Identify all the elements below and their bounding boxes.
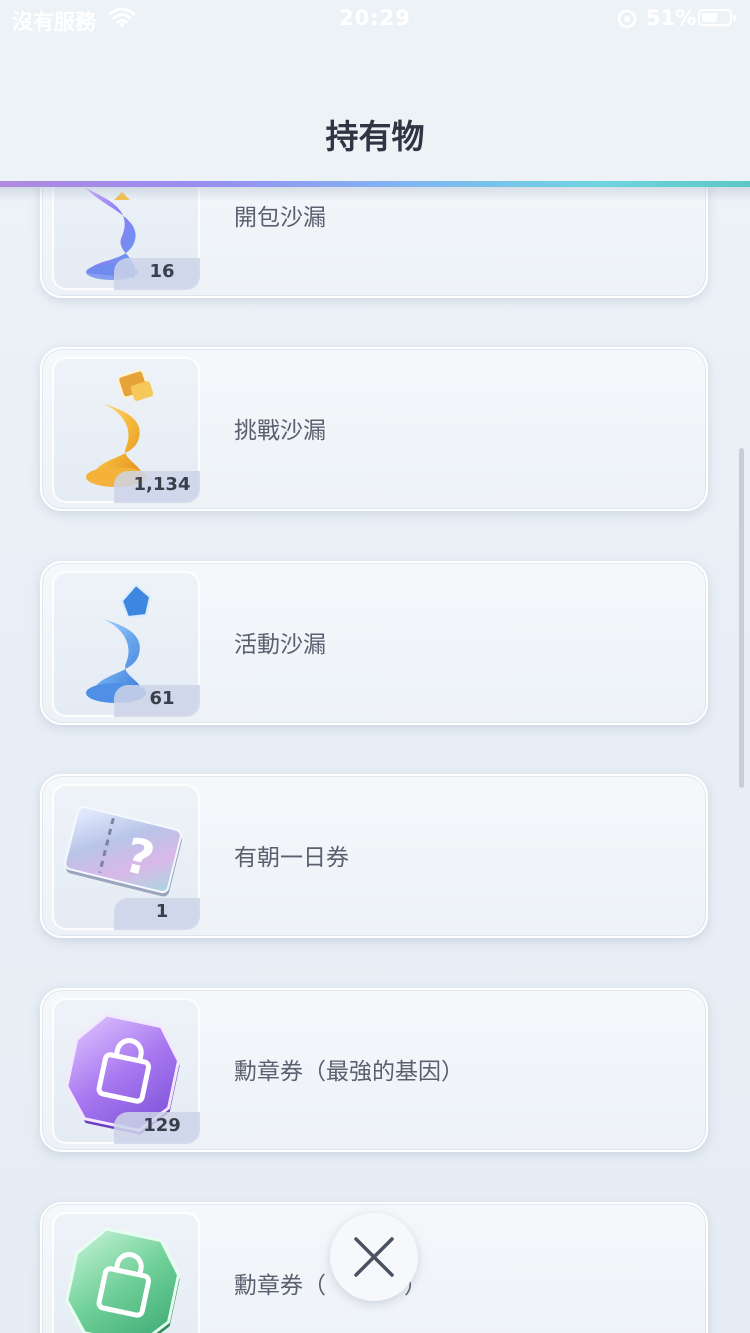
item-thumbnail: 129 — [52, 998, 200, 1144]
item-thumbnail: 61 — [52, 571, 200, 717]
battery-icon — [698, 9, 736, 26]
item-count: 1 — [155, 901, 169, 922]
page-header: 持有物 — [0, 40, 750, 184]
orientation-lock-icon — [616, 8, 638, 34]
item-thumbnail — [52, 1212, 200, 1333]
green-medal-ticket-icon — [65, 1227, 181, 1333]
item-name: 開包沙漏 — [234, 205, 326, 231]
page-title: 持有物 — [325, 117, 425, 156]
list-item[interactable]: ? 1 有朝一日券 — [40, 774, 708, 938]
item-name: 挑戰沙漏 — [234, 418, 326, 444]
item-count: 16 — [149, 261, 175, 282]
item-name: 勳章券（最強的基因） — [234, 1059, 464, 1085]
item-count: 1,134 — [133, 474, 191, 495]
close-button[interactable] — [330, 1213, 418, 1301]
header-accent-bar — [0, 181, 750, 187]
item-count: 61 — [149, 688, 175, 709]
item-count: 129 — [143, 1115, 181, 1136]
item-name: 活動沙漏 — [234, 632, 326, 658]
header-shadow — [0, 187, 750, 201]
list-item[interactable]: 61 活動沙漏 — [40, 561, 708, 725]
item-name: 有朝一日券 — [234, 845, 349, 871]
scrollbar[interactable] — [739, 448, 744, 788]
battery-percent: 51% — [646, 6, 697, 30]
list-item[interactable]: 129 勳章券（最強的基因） — [40, 988, 708, 1152]
status-bar-overlay: 沒有服務 20:29 51% — [0, 0, 750, 40]
list-item[interactable]: 1,134 挑戰沙漏 — [40, 347, 708, 511]
close-icon — [354, 1237, 394, 1277]
item-thumbnail: 1,134 — [52, 357, 200, 503]
item-thumbnail: ? 1 — [52, 784, 200, 930]
